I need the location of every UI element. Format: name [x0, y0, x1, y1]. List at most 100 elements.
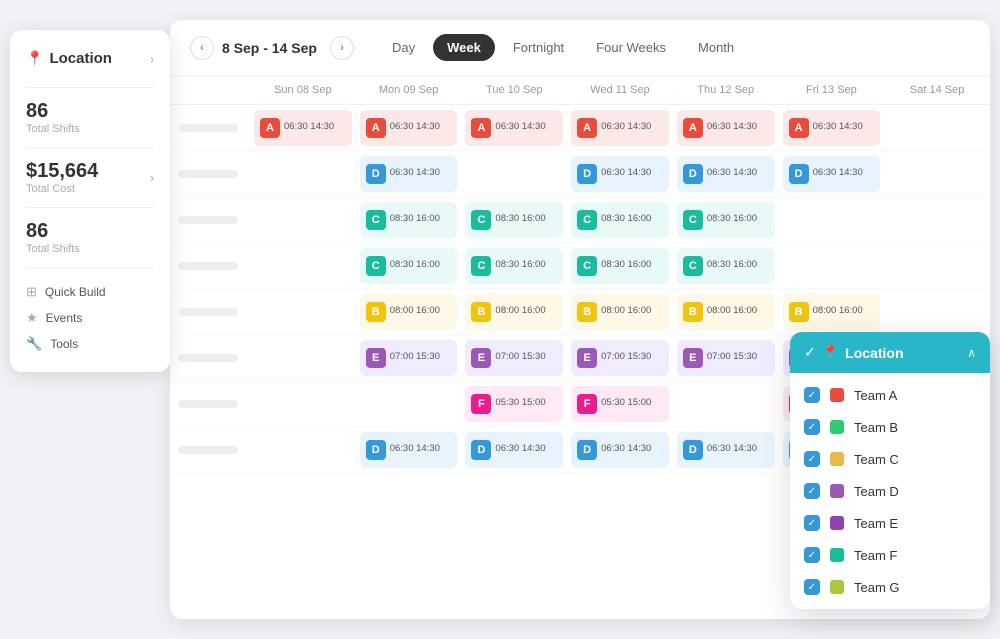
cell-r4-c4[interactable]: B08:00 16:00 [673, 289, 779, 334]
cell-r3-c3[interactable]: C08:30 16:00 [567, 243, 673, 288]
tab-fortnight[interactable]: Fortnight [499, 34, 578, 61]
cell-r5-c0[interactable] [250, 335, 356, 380]
shift-block[interactable]: D06:30 14:30 [360, 156, 458, 192]
cell-r3-c4[interactable]: C08:30 16:00 [673, 243, 779, 288]
cell-r0-c5[interactable]: A06:30 14:30 [779, 105, 885, 150]
shift-block[interactable]: A06:30 14:30 [465, 110, 563, 146]
shift-block[interactable]: B08:00 16:00 [465, 294, 563, 330]
next-week-button[interactable]: › [330, 36, 354, 60]
cell-r2-c1[interactable]: C08:30 16:00 [356, 197, 462, 242]
shift-block[interactable]: F05:30 15:00 [571, 386, 669, 422]
shift-block[interactable]: B08:00 16:00 [571, 294, 669, 330]
cell-r6-c3[interactable]: F05:30 15:00 [567, 381, 673, 426]
cell-r0-c1[interactable]: A06:30 14:30 [356, 105, 462, 150]
shift-block[interactable]: E07:00 15:30 [677, 340, 775, 376]
cell-r5-c2[interactable]: E07:00 15:30 [461, 335, 567, 380]
prev-week-button[interactable]: ‹ [190, 36, 214, 60]
cell-r1-c2[interactable] [461, 151, 567, 196]
shift-block[interactable]: D06:30 14:30 [571, 156, 669, 192]
cell-r7-c4[interactable]: D06:30 14:30 [673, 427, 779, 472]
total-cost-stat[interactable]: $15,664 Total Cost › [26, 160, 154, 195]
shift-block[interactable]: A06:30 14:30 [677, 110, 775, 146]
team-checkbox-0[interactable]: ✓ [804, 387, 820, 403]
cell-r7-c3[interactable]: D06:30 14:30 [567, 427, 673, 472]
sidebar-location-row[interactable]: 📍 Location › [26, 50, 154, 67]
cell-r2-c5[interactable] [779, 197, 885, 242]
shift-block[interactable]: C08:30 16:00 [465, 248, 563, 284]
shift-block[interactable]: E07:00 15:30 [360, 340, 458, 376]
cell-r0-c0[interactable]: A06:30 14:30 [250, 105, 356, 150]
cell-r5-c4[interactable]: E07:00 15:30 [673, 335, 779, 380]
cell-r1-c4[interactable]: D06:30 14:30 [673, 151, 779, 196]
tab-day[interactable]: Day [378, 34, 429, 61]
cell-r4-c1[interactable]: B08:00 16:00 [356, 289, 462, 334]
shift-block[interactable]: C08:30 16:00 [677, 248, 775, 284]
tab-month[interactable]: Month [684, 34, 748, 61]
cell-r1-c1[interactable]: D06:30 14:30 [356, 151, 462, 196]
cell-r0-c6[interactable] [884, 105, 990, 150]
cell-r5-c3[interactable]: E07:00 15:30 [567, 335, 673, 380]
tab-four-weeks[interactable]: Four Weeks [582, 34, 680, 61]
shift-block[interactable]: B08:00 16:00 [783, 294, 881, 330]
shift-block[interactable]: B08:00 16:00 [360, 294, 458, 330]
cell-r2-c6[interactable] [884, 197, 990, 242]
cell-r1-c3[interactable]: D06:30 14:30 [567, 151, 673, 196]
team-checkbox-6[interactable]: ✓ [804, 579, 820, 595]
cell-r7-c2[interactable]: D06:30 14:30 [461, 427, 567, 472]
team-checkbox-1[interactable]: ✓ [804, 419, 820, 435]
cell-r2-c3[interactable]: C08:30 16:00 [567, 197, 673, 242]
shift-block[interactable]: C08:30 16:00 [465, 202, 563, 238]
team-checkbox-2[interactable]: ✓ [804, 451, 820, 467]
cell-r3-c2[interactable]: C08:30 16:00 [461, 243, 567, 288]
shift-block[interactable]: C08:30 16:00 [360, 248, 458, 284]
shift-block[interactable]: A06:30 14:30 [571, 110, 669, 146]
dropdown-team-item-3[interactable]: ✓Team D [790, 475, 990, 507]
dropdown-team-item-4[interactable]: ✓Team E [790, 507, 990, 539]
shift-block[interactable]: F05:30 15:00 [465, 386, 563, 422]
quick-build-item[interactable]: ⊞ Quick Build [26, 284, 154, 300]
shift-block[interactable]: C08:30 16:00 [571, 202, 669, 238]
cell-r3-c0[interactable] [250, 243, 356, 288]
shift-block[interactable]: A06:30 14:30 [254, 110, 352, 146]
cell-r5-c1[interactable]: E07:00 15:30 [356, 335, 462, 380]
dropdown-team-item-5[interactable]: ✓Team F [790, 539, 990, 571]
shift-block[interactable]: D06:30 14:30 [465, 432, 563, 468]
shift-block[interactable]: C08:30 16:00 [360, 202, 458, 238]
cell-r1-c0[interactable] [250, 151, 356, 196]
cell-r3-c6[interactable] [884, 243, 990, 288]
cell-r6-c1[interactable] [356, 381, 462, 426]
cell-r0-c2[interactable]: A06:30 14:30 [461, 105, 567, 150]
dropdown-team-item-0[interactable]: ✓Team A [790, 379, 990, 411]
tab-week[interactable]: Week [433, 34, 495, 61]
shift-block[interactable]: E07:00 15:30 [571, 340, 669, 376]
shift-block[interactable]: A06:30 14:30 [783, 110, 881, 146]
team-checkbox-4[interactable]: ✓ [804, 515, 820, 531]
shift-block[interactable]: D06:30 14:30 [677, 432, 775, 468]
cell-r4-c3[interactable]: B08:00 16:00 [567, 289, 673, 334]
dropdown-team-item-6[interactable]: ✓Team G [790, 571, 990, 603]
shift-block[interactable]: A06:30 14:30 [360, 110, 458, 146]
team-checkbox-5[interactable]: ✓ [804, 547, 820, 563]
shift-block[interactable]: B08:00 16:00 [677, 294, 775, 330]
cell-r2-c0[interactable] [250, 197, 356, 242]
shift-block[interactable]: E07:00 15:30 [465, 340, 563, 376]
cell-r0-c3[interactable]: A06:30 14:30 [567, 105, 673, 150]
shift-block[interactable]: D06:30 14:30 [677, 156, 775, 192]
cell-r4-c0[interactable] [250, 289, 356, 334]
cell-r3-c5[interactable] [779, 243, 885, 288]
cell-r4-c2[interactable]: B08:00 16:00 [461, 289, 567, 334]
cell-r6-c4[interactable] [673, 381, 779, 426]
cell-r6-c2[interactable]: F05:30 15:00 [461, 381, 567, 426]
shift-block[interactable]: D06:30 14:30 [571, 432, 669, 468]
cell-r4-c6[interactable] [884, 289, 990, 334]
dropdown-team-item-1[interactable]: ✓Team B [790, 411, 990, 443]
dropdown-team-item-2[interactable]: ✓Team C [790, 443, 990, 475]
cell-r1-c5[interactable]: D06:30 14:30 [779, 151, 885, 196]
cell-r3-c1[interactable]: C08:30 16:00 [356, 243, 462, 288]
events-item[interactable]: ★ Events [26, 310, 154, 326]
shift-block[interactable]: C08:30 16:00 [571, 248, 669, 284]
cell-r7-c0[interactable] [250, 427, 356, 472]
shift-block[interactable]: C08:30 16:00 [677, 202, 775, 238]
dropdown-header[interactable]: ✓ 📍 Location ∧ [790, 332, 990, 373]
tools-item[interactable]: 🔧 Tools [26, 336, 154, 352]
